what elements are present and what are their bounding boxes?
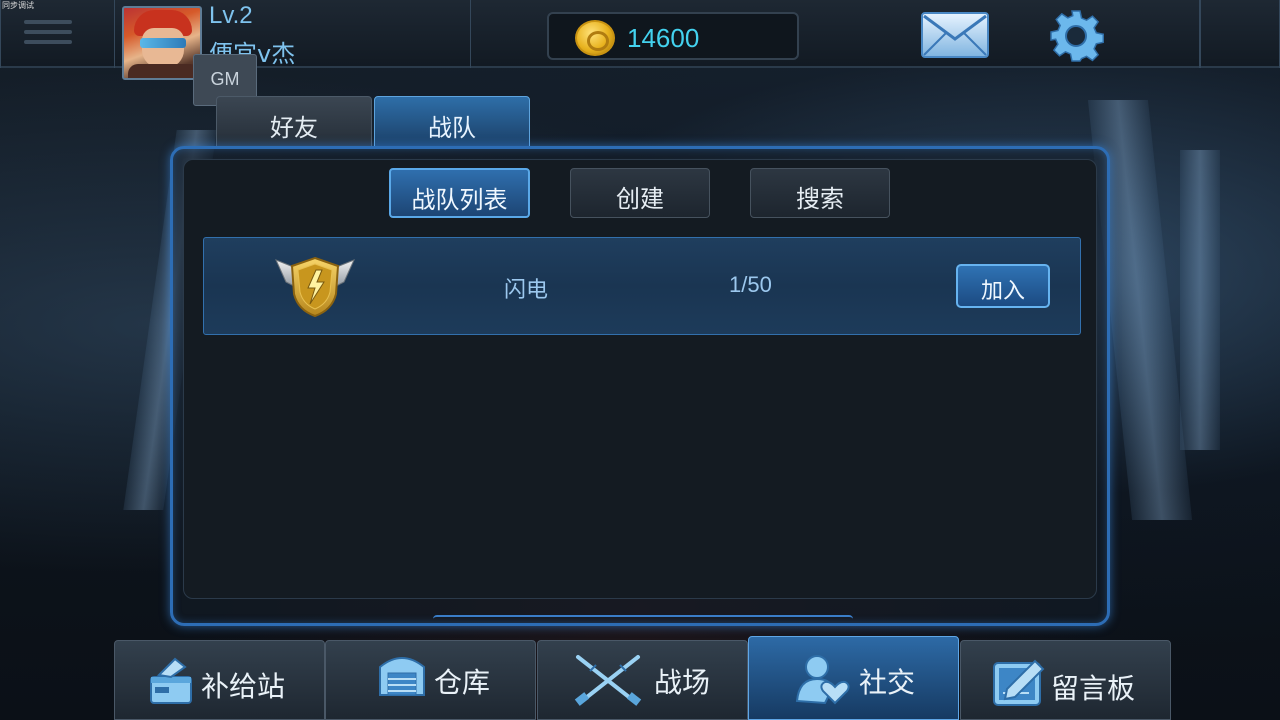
top-bar-segment (1200, 0, 1280, 68)
crossed-rifles-icon (574, 655, 642, 706)
currency-display: 14600 (547, 12, 799, 60)
avatar[interactable] (122, 6, 202, 80)
nav-warehouse[interactable]: 仓库 (325, 640, 536, 720)
nav-label-social: 社交 (859, 666, 916, 699)
panel-decoration (433, 615, 853, 625)
warehouse-icon (379, 657, 425, 696)
join-team-button[interactable]: 加入 (956, 264, 1050, 308)
currency-amount: 14600 (627, 23, 700, 53)
team-list-button[interactable]: 战队列表 (389, 168, 530, 218)
team-panel-content (183, 159, 1097, 599)
settings-button[interactable] (1048, 8, 1105, 64)
menu-icon (18, 20, 78, 44)
create-team-button[interactable]: 创建 (570, 168, 710, 218)
message-board-icon (993, 659, 1045, 706)
gold-coin-icon (575, 20, 615, 56)
social-icon (795, 655, 850, 705)
menu-button[interactable] (18, 14, 78, 54)
supply-station-icon (150, 657, 192, 704)
mail-button[interactable] (920, 11, 990, 59)
background-strut (1180, 150, 1220, 450)
search-team-button[interactable]: 搜索 (750, 168, 890, 218)
lightning-emblem-icon (272, 254, 358, 320)
tab-team[interactable]: 战队 (374, 96, 530, 148)
nav-label-battlefield: 战场 (654, 666, 711, 699)
gear-icon (1050, 10, 1105, 62)
team-list-item: 闪电 1/50 加入 (203, 237, 1081, 335)
tab-friends[interactable]: 好友 (216, 96, 372, 148)
team-panel (170, 146, 1110, 626)
nav-label-supply-station: 补给站 (201, 670, 286, 703)
nav-battlefield[interactable]: 战场 (537, 640, 748, 720)
nav-label-warehouse: 仓库 (434, 666, 491, 699)
mail-icon (921, 12, 989, 58)
nav-message-board[interactable]: 留言板 (960, 640, 1171, 720)
nav-supply-station[interactable]: 补给站 (114, 640, 325, 720)
team-name: 闪电 (504, 278, 549, 303)
team-member-count: 1/50 (729, 272, 772, 297)
nav-label-message-board: 留言板 (1051, 672, 1136, 705)
debug-label: 同步调试 (2, 1, 34, 10)
player-level: Lv.2 (209, 2, 253, 29)
nav-social[interactable]: 社交 (748, 636, 959, 720)
